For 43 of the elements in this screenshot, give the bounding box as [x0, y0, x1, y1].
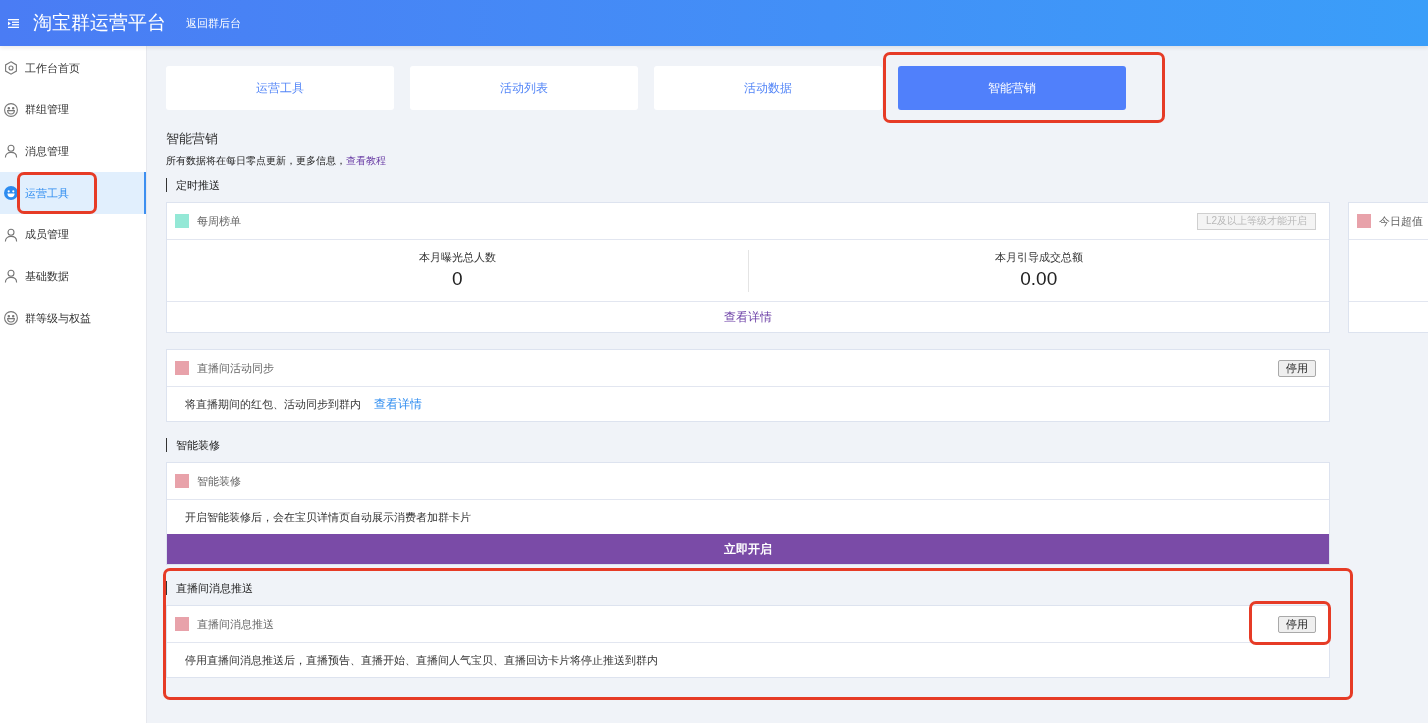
sidebar-item[interactable]: 消息管理	[0, 130, 146, 173]
smiley-icon	[4, 102, 18, 117]
card-title: 直播间消息推送	[197, 616, 274, 632]
sidebar-item[interactable]: 基础数据	[0, 255, 146, 298]
user-icon	[4, 144, 18, 159]
card-title: 智能装修	[197, 473, 241, 489]
sidebar-item[interactable]: 群组管理	[0, 88, 146, 131]
sidebar-item[interactable]: 工作台首页	[0, 47, 146, 89]
smiley-icon	[4, 310, 18, 325]
card-title: 直播间活动同步	[197, 360, 274, 376]
card-description: 将直播期间的红包、活动同步到群内	[185, 396, 361, 412]
user-icon	[4, 269, 18, 284]
enable-now-button[interactable]: 立即开启	[167, 534, 1329, 564]
stat-value: 0	[451, 268, 463, 290]
tab[interactable]: 运营工具	[166, 66, 394, 110]
section-label: 定时推送	[166, 178, 220, 192]
card-header-button[interactable]: 停用	[1278, 359, 1316, 377]
sidebar-item[interactable]: 成员管理	[0, 213, 146, 256]
tab[interactable]: 活动列表	[410, 66, 638, 110]
page-title: 智能营销	[166, 131, 219, 147]
tab[interactable]: 智能营销	[898, 66, 1126, 110]
sidebar-item[interactable]: 群等级与权益	[0, 297, 146, 339]
menu-icon[interactable]	[8, 18, 19, 28]
details-link[interactable]: 查看详情	[724, 308, 772, 326]
card-title: 今日超值	[1379, 213, 1423, 229]
stat-label: 本月曝光总人数	[418, 250, 496, 264]
card-title: 每周榜单	[197, 213, 241, 229]
card-description: 停用直播间消息推送后，直播预告、直播开始、直播间人气宝贝、直播回访卡片将停止推送到群内	[185, 652, 658, 668]
section-label: 智能装修	[166, 438, 220, 452]
smiley-icon	[4, 185, 18, 200]
tab[interactable]: 活动数据	[654, 66, 882, 110]
user-icon	[4, 227, 18, 242]
card-description: 开启智能装修后，会在宝贝详情页自动展示消费者加群卡片	[185, 509, 471, 525]
hexagon-icon	[4, 60, 18, 75]
section-label: 直播间消息推送	[166, 581, 253, 595]
back-link[interactable]: 返回群后台	[186, 14, 241, 32]
page-note: 所有数据将在每日零点更新，更多信息，查看教程	[166, 155, 386, 167]
details-link[interactable]: 查看详情	[374, 395, 422, 413]
tutorial-link[interactable]: 查看教程	[346, 155, 386, 166]
card-header-button[interactable]: 停用	[1278, 615, 1316, 633]
app-title: 淘宝群运营平台	[33, 10, 166, 35]
stat-value: 0.00	[1020, 268, 1058, 290]
stat-label: 本月引导成交总额	[994, 250, 1083, 264]
